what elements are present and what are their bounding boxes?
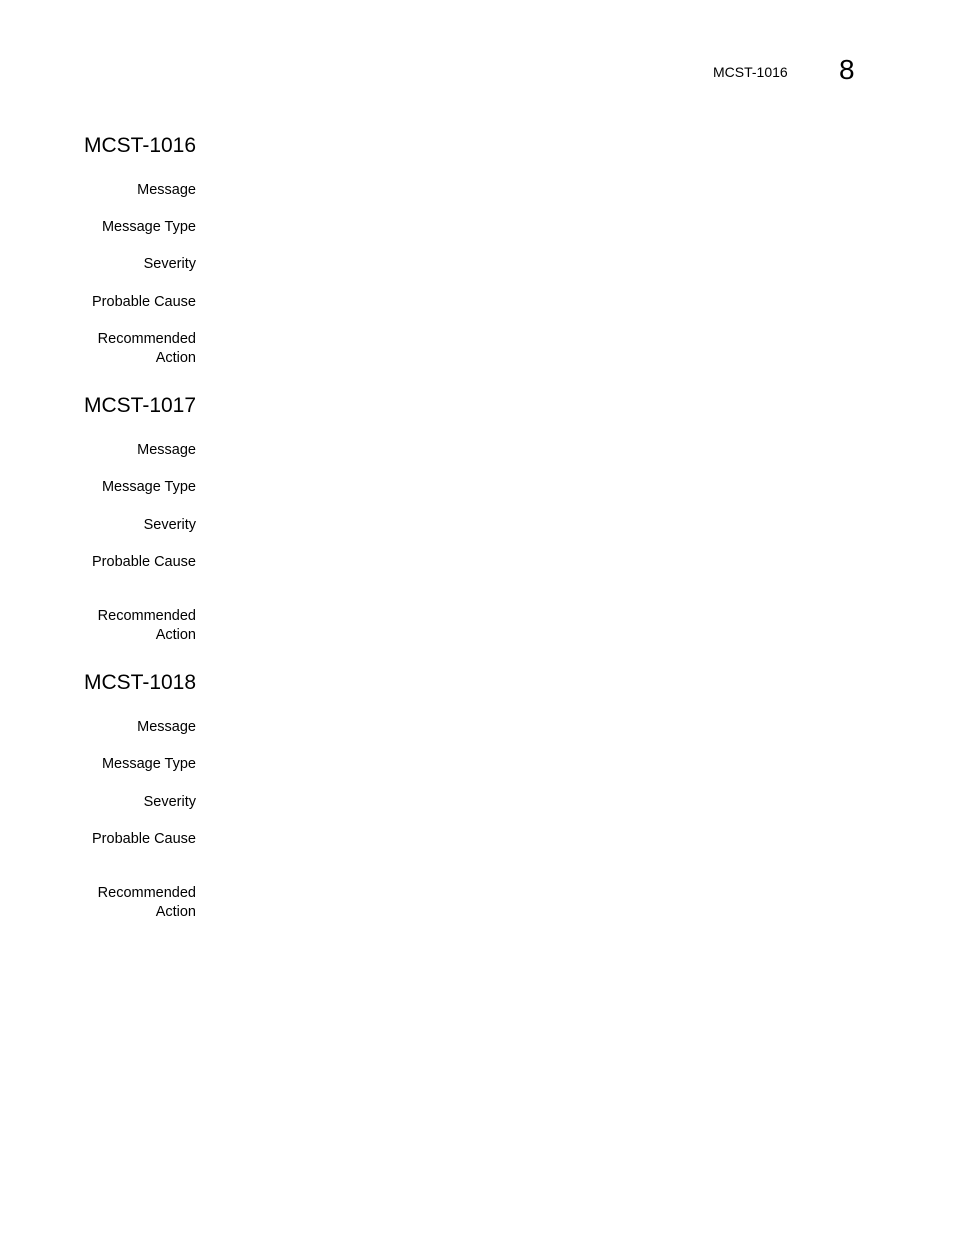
label-recommended-action-line2: Action xyxy=(155,904,196,920)
running-header-title: MCST-1016 xyxy=(713,64,788,80)
label-probable-cause: Probable Cause xyxy=(92,554,196,570)
label-message-type: Message Type xyxy=(101,479,196,495)
label-recommended-action-line1: Recommended xyxy=(97,885,196,901)
chapter-number: 8 xyxy=(839,54,855,85)
label-recommended-action: Recommended Action xyxy=(98,884,196,922)
label-severity: Severity xyxy=(143,256,196,272)
label-recommended-action-line2: Action xyxy=(155,627,196,643)
label-message: Message xyxy=(137,719,196,735)
label-recommended-action: Recommended Action xyxy=(98,330,196,368)
label-message-type: Message Type xyxy=(101,756,196,772)
label-severity: Severity xyxy=(143,794,196,810)
label-probable-cause: Probable Cause xyxy=(92,831,196,847)
label-message-type: Message Type xyxy=(101,219,196,235)
label-probable-cause: Probable Cause xyxy=(92,294,196,310)
label-recommended-action-line1: Recommended xyxy=(97,608,196,624)
label-recommended-action-line1: Recommended xyxy=(97,331,196,347)
label-message: Message xyxy=(137,182,196,198)
label-message: Message xyxy=(137,442,196,458)
entry-title: MCST-1016 xyxy=(84,134,197,157)
label-recommended-action-line2: Action xyxy=(155,350,196,366)
entry-title: MCST-1018 xyxy=(84,671,197,694)
label-recommended-action: Recommended Action xyxy=(98,607,196,645)
entry-title: MCST-1017 xyxy=(84,394,197,417)
label-severity: Severity xyxy=(143,517,196,533)
